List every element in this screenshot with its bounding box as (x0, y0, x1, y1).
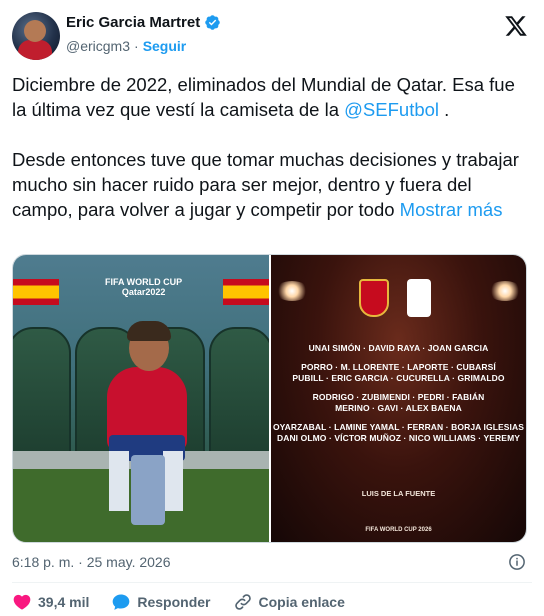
squad-roster: UNAI SIMÓN · DAVID RAYA · JOAN GARCIA PO… (272, 343, 525, 443)
rfef-crest-icon (359, 279, 389, 317)
separator-dot: · (134, 38, 139, 54)
heart-icon (13, 594, 31, 610)
reply-label: Responder (137, 594, 211, 610)
reply-button[interactable]: Responder (111, 592, 211, 612)
like-count: 39,4 mil (38, 594, 90, 610)
fifa-wc-2026-badge-icon (407, 279, 431, 317)
wc-qatar-label: FIFA WORLD CUP Qatar2022 (105, 277, 183, 297)
mention-link[interactable]: @SEFutbol (344, 99, 439, 120)
photo-squad-list[interactable]: UNAI SIMÓN · DAVID RAYA · JOAN GARCIA PO… (271, 255, 526, 542)
avatar[interactable] (12, 12, 60, 60)
reply-bubble-icon (113, 594, 130, 610)
like-button[interactable]: 39,4 mil (12, 592, 89, 612)
divider (12, 582, 532, 583)
media-grid: FIFA WORLD CUP Qatar2022 UNAI SIMÓN · DA… (12, 254, 527, 543)
author-name[interactable]: Eric Garcia Martret (66, 14, 200, 31)
copy-link-label: Copia enlace (258, 594, 345, 610)
tweet-text: Diciembre de 2022, eliminados del Mundia… (12, 72, 527, 247)
spain-flag-banner (13, 279, 59, 305)
wc-2026-footer: FIFA WORLD CUP 2026 (365, 527, 432, 533)
tweet-paragraph-2: Desde entonces tuve que tomar muchas dec… (12, 149, 519, 220)
verified-badge-icon (205, 15, 220, 30)
handle-row: @ericgm3 · Seguir (66, 38, 186, 54)
coach-name: LUIS DE LA FUENTE (361, 489, 436, 498)
info-icon[interactable] (508, 553, 526, 571)
photo-bench[interactable]: FIFA WORLD CUP Qatar2022 (13, 255, 269, 542)
author-handle[interactable]: @ericgm3 (66, 38, 130, 54)
tweet-timestamp[interactable]: 6:18 p. m. · 25 may. 2026 (12, 554, 171, 570)
x-logo-icon[interactable] (504, 14, 528, 38)
tweet-card: Eric Garcia Martret @ericgm3 · Seguir Di… (0, 0, 544, 616)
action-bar: 39,4 mil Responder Copia enlace (12, 592, 367, 612)
spain-flag-banner (223, 279, 269, 305)
copy-link-button[interactable]: Copia enlace (233, 592, 345, 612)
show-more-link[interactable]: Mostrar más (400, 199, 503, 220)
follow-button[interactable]: Seguir (143, 38, 187, 54)
author-row: Eric Garcia Martret (66, 14, 221, 31)
link-icon (234, 594, 251, 610)
tweet-paragraph-1: Diciembre de 2022, eliminados del Mundia… (12, 74, 515, 120)
